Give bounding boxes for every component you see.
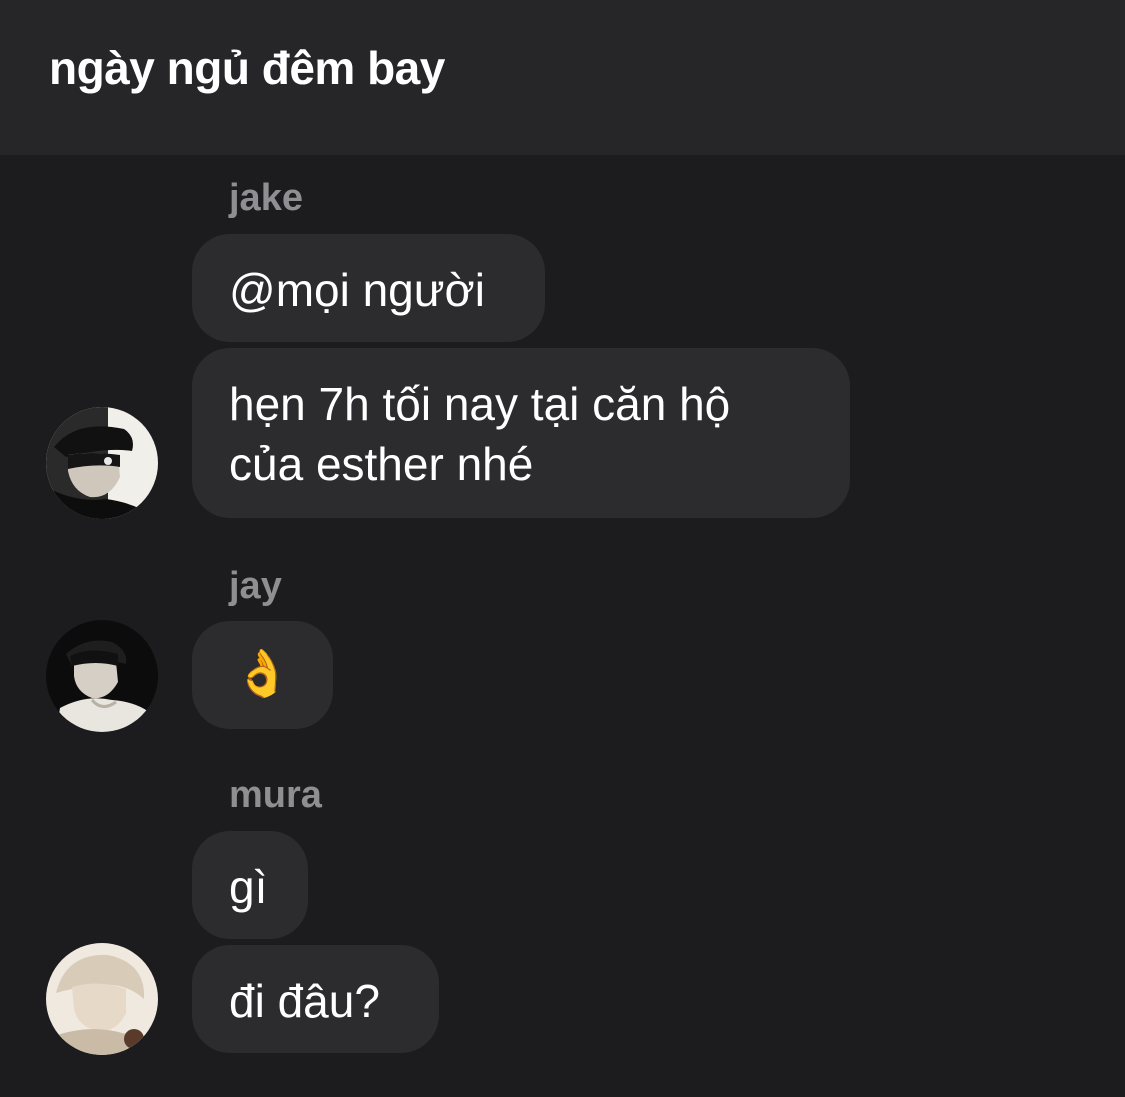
chat-header: ngày ngủ đêm bay	[0, 0, 1125, 155]
message-bubble[interactable]: 👌	[192, 621, 333, 729]
avatar-photo-jay	[46, 620, 158, 732]
group-chat-title[interactable]: ngày ngủ đêm bay	[49, 38, 445, 98]
message-text: đi đâu?	[229, 975, 380, 1027]
sender-name-mura: mura	[229, 774, 322, 816]
message-text: gì	[229, 861, 268, 913]
message-bubble[interactable]: gì	[192, 831, 308, 939]
avatar-photo-jake	[46, 407, 158, 519]
sender-name-jay: jay	[229, 565, 282, 607]
message-text-line: hẹn 7h tối nay tại căn hộ	[229, 378, 731, 430]
message-text-line: của esther nhé	[229, 438, 534, 490]
avatar-photo-mura	[46, 943, 158, 1055]
avatar-jake[interactable]	[46, 407, 158, 519]
avatar-jay[interactable]	[46, 620, 158, 732]
sender-name-jake: jake	[229, 177, 303, 219]
message-bubble[interactable]: hẹn 7h tối nay tại căn hộ của esther nhé	[192, 348, 850, 518]
ok-hand-emoji: 👌	[233, 647, 292, 699]
message-text: @mọi người	[229, 264, 485, 316]
avatar-mura[interactable]	[46, 943, 158, 1055]
message-bubble[interactable]: @mọi người	[192, 234, 545, 342]
message-bubble[interactable]: đi đâu?	[192, 945, 439, 1053]
